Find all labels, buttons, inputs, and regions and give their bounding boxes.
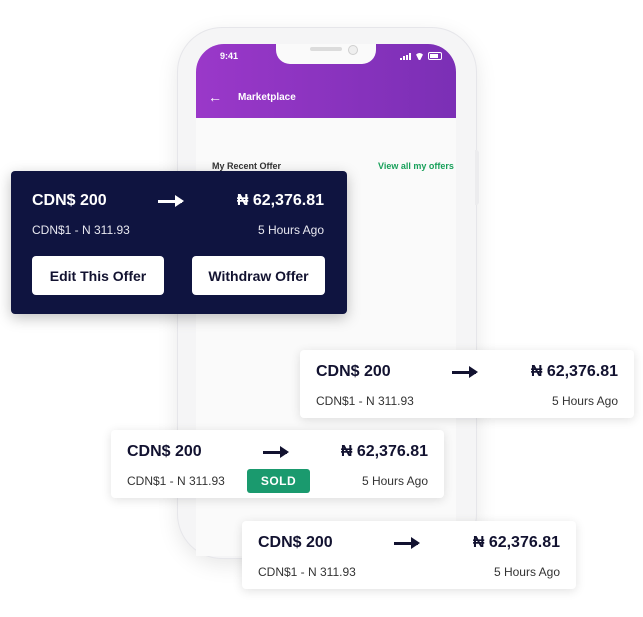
offer-card[interactable]: CDN$ 200 ₦ 62,376.81 CDN$1 - N 311.93 SO… — [111, 430, 444, 498]
withdraw-offer-button[interactable]: Withdraw Offer — [192, 256, 325, 295]
wifi-icon — [415, 53, 424, 60]
offer-converted-amount: ₦ 62,376.81 — [340, 443, 428, 460]
arrow-right-icon — [263, 446, 289, 458]
status-time: 9:41 — [220, 51, 239, 61]
arrow-right-icon — [158, 195, 184, 207]
signal-icon — [400, 52, 411, 60]
exchange-rate: CDN$1 - N 311.93 — [316, 394, 414, 408]
battery-icon — [428, 52, 442, 60]
back-arrow-icon[interactable]: ← — [208, 90, 222, 104]
offer-amount: CDN$ 200 — [316, 363, 391, 380]
exchange-rate: CDN$1 - N 311.93 — [258, 565, 356, 579]
arrow-right-icon — [394, 537, 420, 549]
offer-time: 5 Hours Ago — [257, 223, 324, 237]
offer-amount: CDN$ 200 — [258, 534, 333, 551]
offer-converted-amount: ₦ 62,376.81 — [530, 363, 618, 380]
speaker-grille — [310, 47, 342, 51]
offer-amount: CDN$ 200 — [32, 192, 107, 209]
sold-badge: SOLD — [247, 469, 310, 493]
offer-time: 5 Hours Ago — [551, 394, 618, 408]
offer-card[interactable]: CDN$ 200 ₦ 62,376.81 CDN$1 - N 311.93 5 … — [242, 521, 576, 589]
edit-offer-button[interactable]: Edit This Offer — [32, 256, 164, 295]
status-icons — [400, 52, 442, 60]
exchange-rate: CDN$1 - N 311.93 — [127, 474, 225, 488]
phone-side-button — [475, 150, 479, 205]
offer-card[interactable]: CDN$ 200 ₦ 62,376.81 CDN$1 - N 311.93 5 … — [300, 350, 634, 418]
offer-time: 5 Hours Ago — [361, 474, 428, 488]
offer-time: 5 Hours Ago — [493, 565, 560, 579]
arrow-right-icon — [452, 366, 478, 378]
view-all-offers-link[interactable]: View all my offers — [378, 161, 454, 171]
exchange-rate: CDN$1 - N 311.93 — [32, 223, 130, 237]
page-title: Marketplace — [238, 92, 296, 103]
recent-offer-label: My Recent Offer — [212, 161, 282, 171]
offer-converted-amount: ₦ 62,376.81 — [472, 534, 560, 551]
camera-icon — [348, 45, 358, 55]
offer-amount: CDN$ 200 — [127, 443, 202, 460]
primary-offer-card: CDN$ 200 ₦ 62,376.81 CDN$1 - N 311.93 5 … — [11, 171, 347, 314]
offer-converted-amount: ₦ 62,376.81 — [236, 192, 324, 209]
